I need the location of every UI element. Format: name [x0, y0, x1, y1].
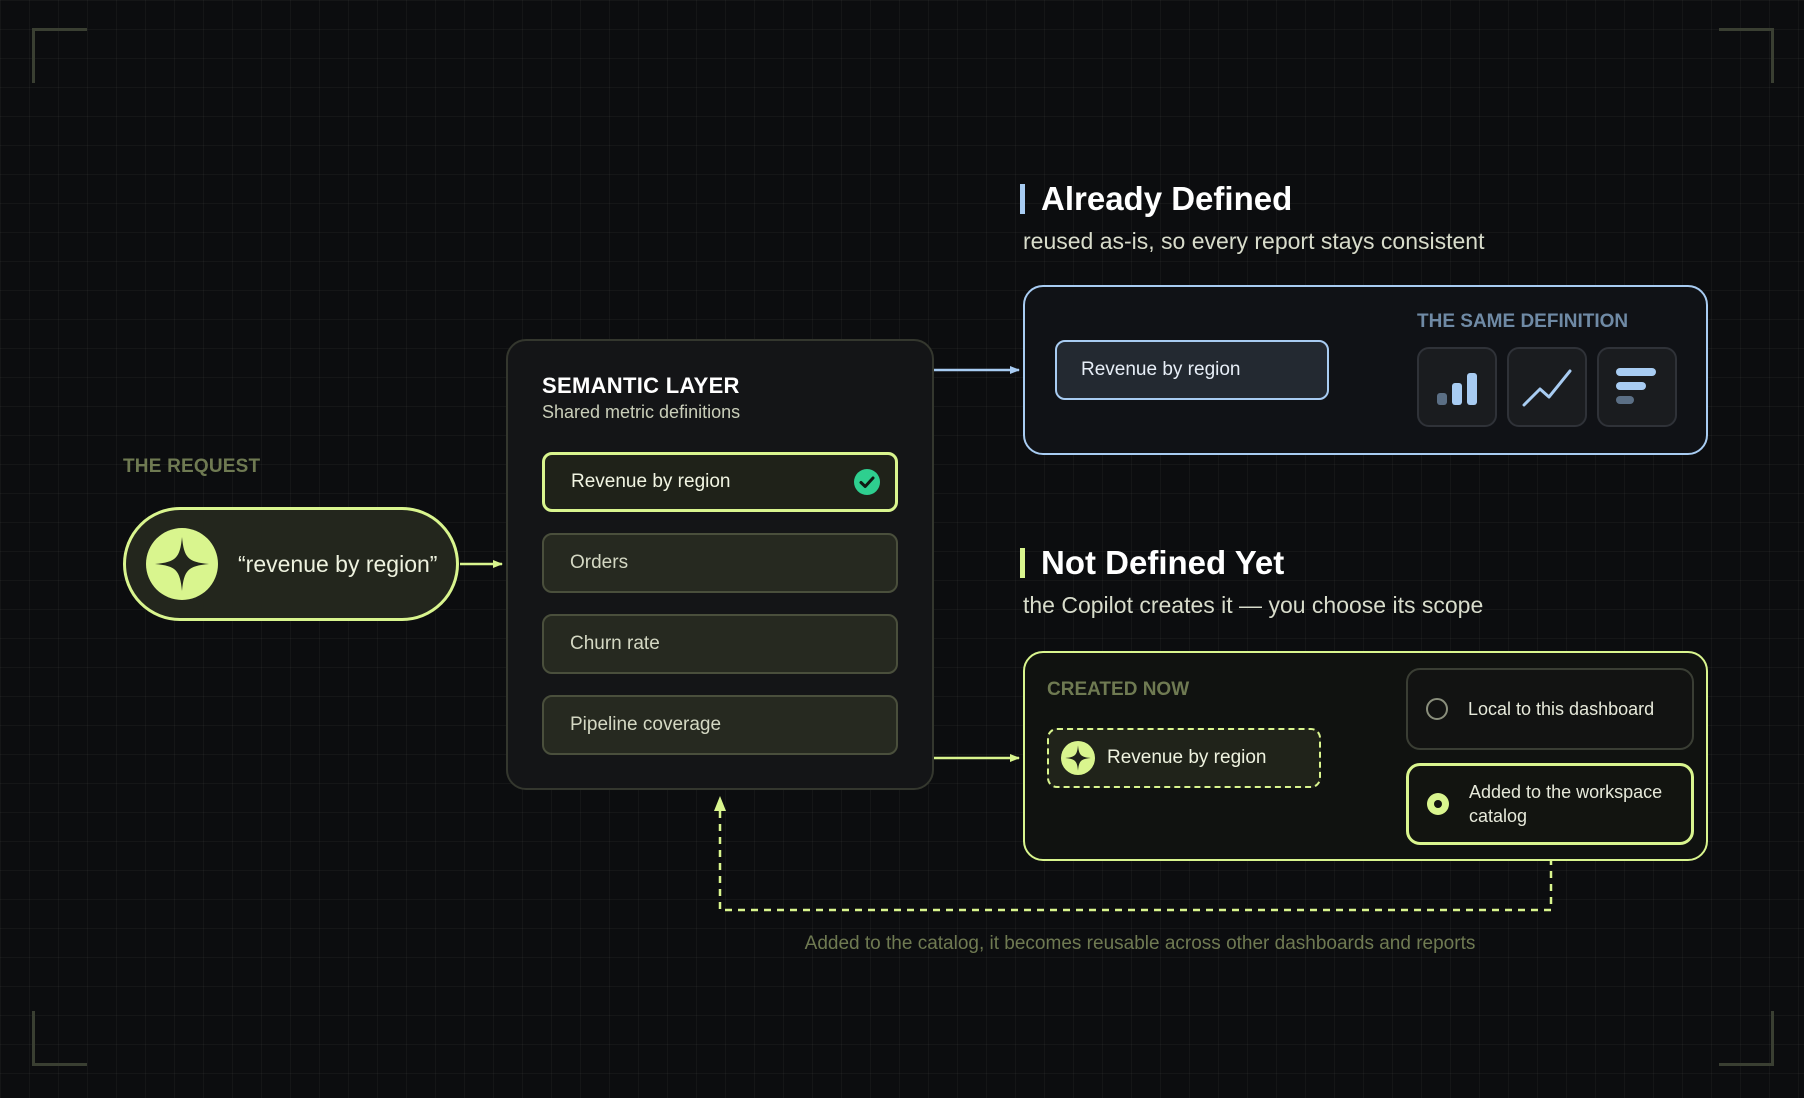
not-defined-header: Not Defined Yet the Copilot creates it —… — [1020, 544, 1483, 619]
request-query: “revenue by region” — [238, 550, 438, 577]
not-defined-title: Not Defined Yet — [1041, 544, 1285, 581]
metric-label: Churn rate — [570, 633, 660, 654]
created-now-label: CREATED NOW — [1047, 679, 1190, 700]
footnote-text: Added to the catalog, it becomes reusabl… — [804, 933, 1476, 954]
same-definition-label: THE SAME DEFINITION — [1417, 311, 1629, 332]
metric-item-orders[interactable]: Orders — [542, 533, 898, 593]
semantic-layer-panel: SEMANTIC LAYER Shared metric definitions… — [506, 339, 934, 790]
heading-accent-bar — [1020, 184, 1025, 214]
not-defined-panel: CREATED NOW Revenue by region Local to t… — [1023, 651, 1708, 861]
horizontal-bar-icon[interactable] — [1597, 347, 1677, 427]
bar-chart-icon[interactable] — [1417, 347, 1497, 427]
radio-unselected-icon[interactable] — [1426, 698, 1448, 720]
radio-selected-icon[interactable] — [1427, 793, 1449, 815]
scope-option-workspace-catalog[interactable]: Added to the workspace catalog — [1406, 763, 1694, 845]
line-chart-icon[interactable] — [1507, 347, 1587, 427]
copilot-sparkle-icon — [1061, 741, 1095, 775]
defined-metric-label: Revenue by region — [1081, 359, 1241, 380]
new-metric-label: Revenue by region — [1107, 747, 1267, 768]
not-defined-subtitle: the Copilot creates it — you choose its … — [1023, 592, 1484, 618]
already-defined-panel: THE SAME DEFINITION Revenue by region — [1023, 285, 1708, 455]
metric-label: Orders — [570, 552, 629, 573]
already-defined-title: Already Defined — [1041, 180, 1293, 217]
scope-option-label: Local to this dashboard — [1468, 698, 1655, 719]
metric-item-pipeline-coverage[interactable]: Pipeline coverage — [542, 695, 898, 755]
already-defined-subtitle: reused as-is, so every report stays cons… — [1023, 228, 1485, 254]
new-metric-chip[interactable]: Revenue by region — [1047, 728, 1321, 788]
copilot-sparkle-icon — [146, 528, 218, 600]
metric-item-churn-rate[interactable]: Churn rate — [542, 614, 898, 674]
metric-label: Pipeline coverage — [570, 714, 722, 735]
scope-option-local[interactable]: Local to this dashboard — [1406, 668, 1694, 750]
heading-accent-bar — [1020, 548, 1025, 578]
request-pill: “revenue by region” — [123, 507, 459, 621]
already-defined-header: Already Defined reused as-is, so every r… — [1020, 180, 1484, 255]
check-circle-icon — [853, 468, 881, 496]
semantic-layer-title: SEMANTIC LAYER — [542, 373, 740, 398]
metric-label: Revenue by region — [571, 471, 731, 492]
scope-option-label: Added to the workspace catalog — [1469, 782, 1663, 826]
metric-item-revenue-by-region[interactable]: Revenue by region — [542, 452, 898, 512]
request-label: THE REQUEST — [123, 456, 261, 477]
semantic-layer-subtitle: Shared metric definitions — [542, 402, 741, 422]
defined-metric-chip[interactable]: Revenue by region — [1055, 340, 1329, 400]
